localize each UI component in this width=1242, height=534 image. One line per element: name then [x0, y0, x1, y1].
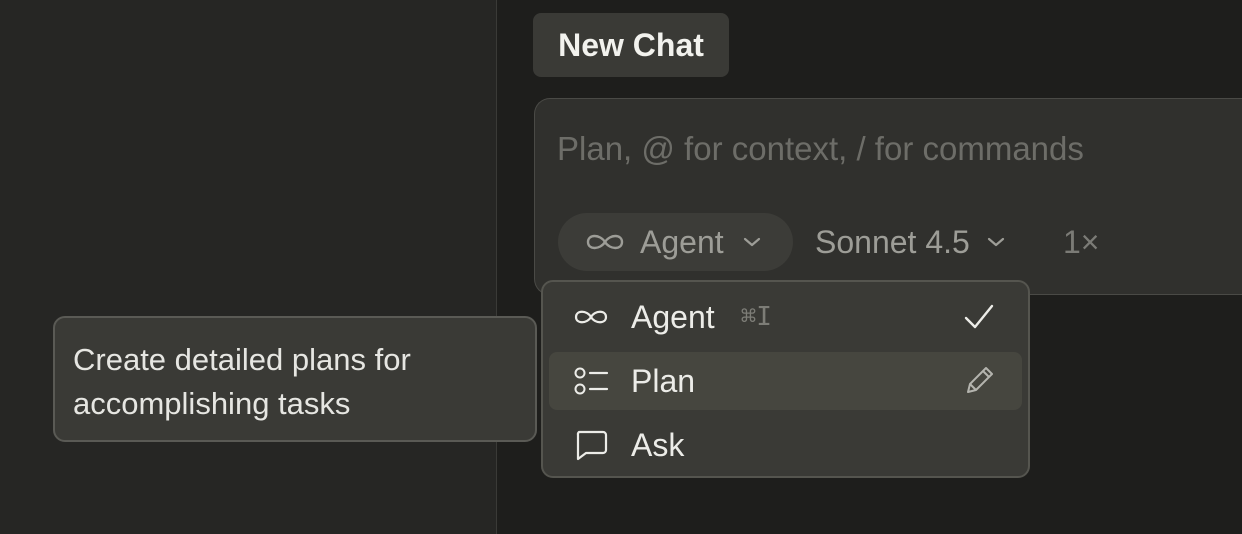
menu-item-label: Agent: [631, 298, 715, 335]
model-selector-button[interactable]: Sonnet 4.5: [815, 213, 1006, 271]
menu-item-ask[interactable]: Ask: [549, 416, 1022, 474]
shortcut-hint: ⌘I: [740, 302, 772, 332]
chevron-down-icon: [743, 237, 760, 247]
multiplier-button[interactable]: 1×: [1063, 213, 1099, 271]
chevron-down-icon: [987, 237, 1004, 247]
model-label: Sonnet 4.5: [815, 223, 970, 260]
plan-list-icon: [574, 367, 609, 395]
menu-item-label: Plan: [631, 362, 696, 399]
composer: Agent Sonnet 4.5 1×: [534, 98, 1242, 295]
left-panel: [0, 0, 497, 534]
menu-item-agent[interactable]: Agent ⌘I: [549, 288, 1022, 346]
app-window: New Chat Agent Sonnet 4.5 1× Create deta…: [0, 0, 1242, 534]
chat-bubble-icon: [576, 430, 608, 461]
mode-dropdown-menu: Agent ⌘I Plan Ask: [541, 280, 1030, 478]
mode-label: Agent: [640, 223, 724, 260]
menu-item-label: Ask: [631, 426, 685, 463]
mode-selector-button[interactable]: Agent: [558, 213, 793, 271]
menu-item-plan[interactable]: Plan: [549, 352, 1022, 410]
infinity-icon: [574, 310, 608, 324]
infinity-icon: [586, 234, 624, 250]
pencil-edit-icon[interactable]: [962, 364, 996, 398]
checkmark-icon: [964, 304, 994, 329]
chat-input[interactable]: [557, 127, 1237, 171]
tab-new-chat[interactable]: New Chat: [533, 13, 729, 77]
mode-tooltip: Create detailed plans for accomplishing …: [53, 316, 537, 442]
